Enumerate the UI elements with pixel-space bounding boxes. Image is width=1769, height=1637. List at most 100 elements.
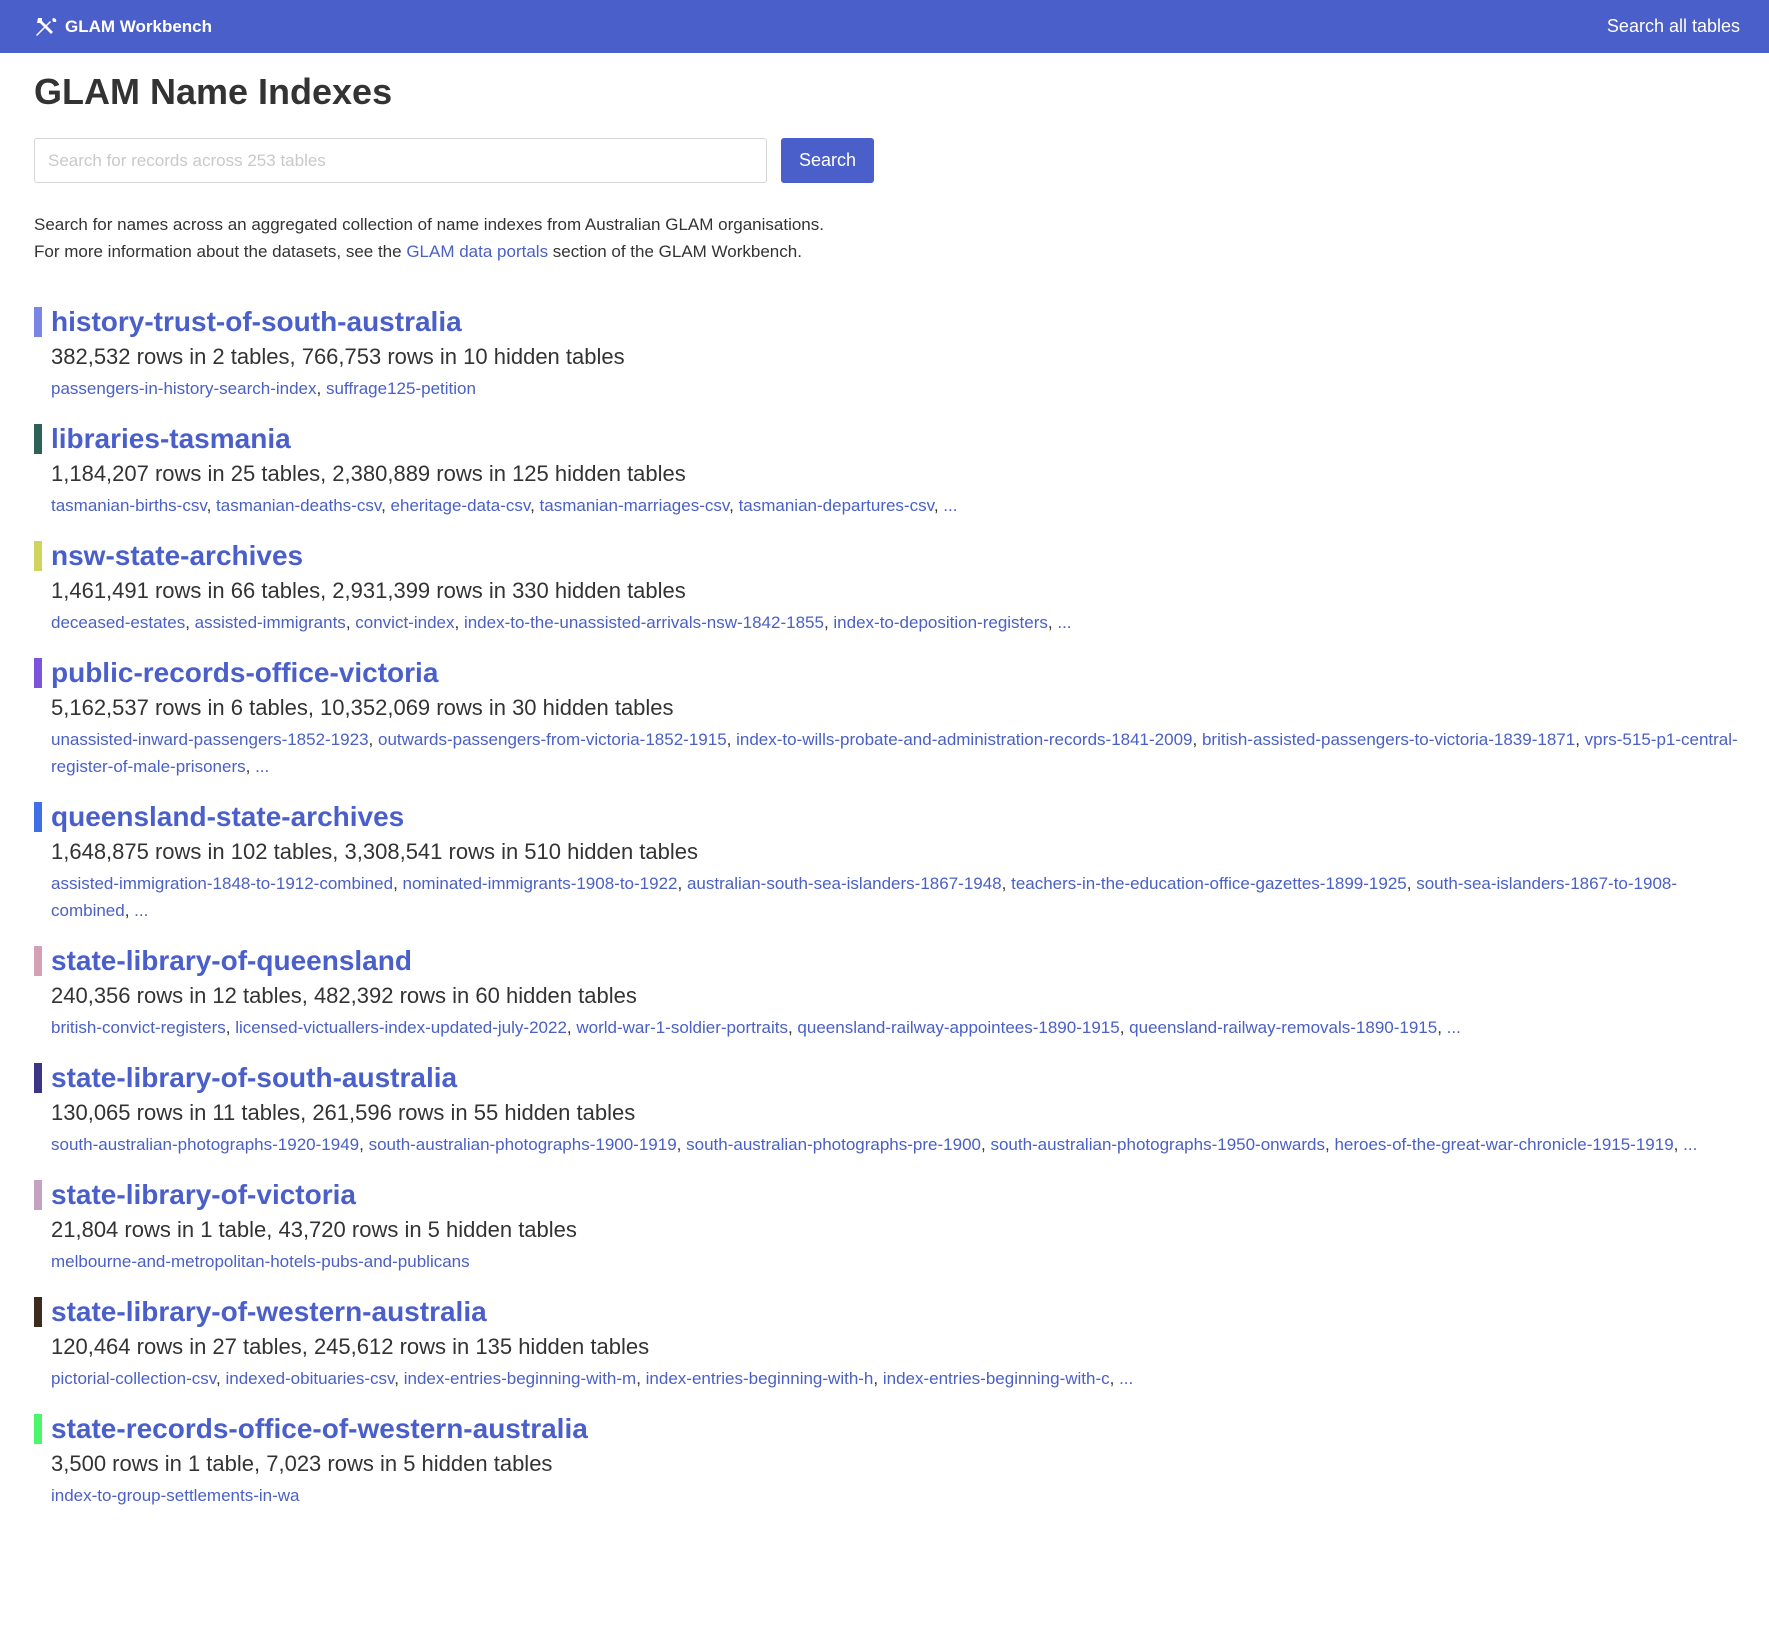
database-item: public-records-office-victoria 5,162,537 … — [34, 654, 1738, 780]
table-link[interactable]: nominated-immigrants-1908-to-1922 — [403, 874, 678, 893]
database-summary: 1,184,207 rows in 25 tables, 2,380,889 r… — [51, 461, 686, 486]
table-list: deceased-estates, assisted-immigrants, c… — [51, 609, 1751, 636]
database-link[interactable]: state-library-of-queensland — [51, 945, 412, 976]
table-link[interactable]: convict-index — [355, 613, 454, 632]
table-link[interactable]: teachers-in-the-education-office-gazette… — [1011, 874, 1407, 893]
table-separator: , — [393, 874, 403, 893]
table-link[interactable]: world-war-1-soldier-portraits — [576, 1018, 788, 1037]
table-link[interactable]: south-australian-photographs-1950-onward… — [990, 1135, 1325, 1154]
more-tables-link[interactable]: ... — [134, 901, 148, 920]
table-separator: , — [1406, 874, 1417, 893]
table-link[interactable]: queensland-railway-appointees-1890-1915 — [797, 1018, 1119, 1037]
table-link[interactable]: index-to-group-settlements-in-wa — [51, 1486, 300, 1505]
table-link[interactable]: suffrage125-petition — [326, 379, 476, 398]
database-link[interactable]: state-library-of-south-australia — [51, 1062, 457, 1093]
database-color-bar — [34, 307, 42, 337]
database-link[interactable]: queensland-state-archives — [51, 801, 404, 832]
database-link[interactable]: state-records-office-of-western-australi… — [51, 1413, 588, 1444]
more-tables-link[interactable]: ... — [255, 757, 269, 776]
table-separator: , — [1109, 1369, 1120, 1388]
database-link[interactable]: nsw-state-archives — [51, 540, 303, 571]
more-tables-link[interactable]: ... — [1447, 1018, 1461, 1037]
table-list: passengers-in-history-search-index, suff… — [51, 375, 1751, 402]
table-link[interactable]: indexed-obituaries-csv — [225, 1369, 394, 1388]
intro-text-before: For more information about the datasets,… — [34, 242, 407, 261]
database-item: history-trust-of-south-australia 382,532 … — [34, 303, 1735, 402]
table-link[interactable]: tasmanian-births-csv — [51, 496, 207, 515]
table-separator: , — [394, 1369, 404, 1388]
table-link[interactable]: index-entries-beginning-with-c — [883, 1369, 1110, 1388]
table-link[interactable]: index-to-wills-probate-and-administratio… — [736, 730, 1192, 749]
database-summary: 1,461,491 rows in 66 tables, 2,931,399 r… — [51, 578, 686, 603]
table-link[interactable]: passengers-in-history-search-index — [51, 379, 317, 398]
table-link[interactable]: assisted-immigration-1848-to-1912-combin… — [51, 874, 393, 893]
table-link[interactable]: tasmanian-departures-csv — [739, 496, 934, 515]
table-separator: , — [933, 496, 944, 515]
table-link[interactable]: index-to-deposition-registers — [833, 613, 1048, 632]
more-tables-link[interactable]: ... — [1683, 1135, 1697, 1154]
search-form: Search — [34, 138, 1735, 183]
database-heading: nsw-state-archives — [51, 537, 1735, 575]
database-heading: state-library-of-south-australia — [51, 1059, 1735, 1097]
table-separator: , — [677, 874, 687, 893]
table-list: melbourne-and-metropolitan-hotels-pubs-a… — [51, 1248, 1751, 1275]
database-link[interactable]: libraries-tasmania — [51, 423, 291, 454]
table-link[interactable]: south-australian-photographs-1920-1949 — [51, 1135, 359, 1154]
table-link[interactable]: australian-south-sea-islanders-1867-1948 — [687, 874, 1002, 893]
table-separator: , — [1437, 1018, 1447, 1037]
table-separator: , — [729, 496, 739, 515]
database-item: libraries-tasmania 1,184,207 rows in 25 t… — [34, 420, 1735, 519]
table-link[interactable]: tasmanian-marriages-csv — [540, 496, 730, 515]
database-heading: libraries-tasmania — [51, 420, 1735, 458]
database-color-bar — [34, 802, 42, 832]
table-link[interactable]: tasmanian-deaths-csv — [216, 496, 381, 515]
table-link[interactable]: licensed-victuallers-index-updated-july-… — [235, 1018, 567, 1037]
search-all-tables-link[interactable]: Search all tables — [1607, 16, 1740, 37]
table-separator: , — [636, 1369, 646, 1388]
table-separator: , — [359, 1135, 369, 1154]
database-color-bar — [34, 1180, 42, 1210]
table-link[interactable]: melbourne-and-metropolitan-hotels-pubs-a… — [51, 1252, 470, 1271]
table-link[interactable]: unassisted-inward-passengers-1852-1923 — [51, 730, 369, 749]
database-link[interactable]: state-library-of-western-australia — [51, 1296, 487, 1327]
table-list: south-australian-photographs-1920-1949, … — [51, 1131, 1751, 1158]
glam-data-portals-link[interactable]: GLAM data portals — [406, 242, 548, 261]
database-link[interactable]: history-trust-of-south-australia — [51, 306, 462, 337]
more-tables-link[interactable]: ... — [1119, 1369, 1133, 1388]
table-link[interactable]: pictorial-collection-csv — [51, 1369, 216, 1388]
table-link[interactable]: heroes-of-the-great-war-chronicle-1915-1… — [1334, 1135, 1673, 1154]
table-separator: , — [316, 379, 326, 398]
database-heading: state-library-of-queensland — [51, 942, 1735, 980]
brand[interactable]: GLAM Workbench — [34, 16, 212, 38]
database-link[interactable]: public-records-office-victoria — [51, 657, 438, 688]
table-link[interactable]: south-australian-photographs-pre-1900 — [686, 1135, 981, 1154]
database-item: queensland-state-archives 1,648,875 rows … — [34, 798, 1735, 924]
table-list: british-convict-registers, licensed-vict… — [51, 1014, 1751, 1041]
database-color-bar — [34, 1063, 42, 1093]
table-link[interactable]: queensland-railway-removals-1890-1915 — [1129, 1018, 1437, 1037]
search-input[interactable] — [34, 138, 767, 183]
table-link[interactable]: index-entries-beginning-with-m — [404, 1369, 636, 1388]
table-list: pictorial-collection-csv, indexed-obitua… — [51, 1365, 1751, 1392]
table-separator: , — [873, 1369, 883, 1388]
database-summary: 5,162,537 rows in 6 tables, 10,352,069 r… — [51, 695, 674, 720]
table-link[interactable]: british-convict-registers — [51, 1018, 226, 1037]
more-tables-link[interactable]: ... — [1057, 613, 1071, 632]
table-list: assisted-immigration-1848-to-1912-combin… — [51, 870, 1751, 924]
brand-label: GLAM Workbench — [65, 16, 213, 36]
search-button[interactable]: Search — [781, 138, 874, 183]
table-link[interactable]: outwards-passengers-from-victoria-1852-1… — [378, 730, 727, 749]
database-heading: state-library-of-western-australia — [51, 1293, 1735, 1331]
table-link[interactable]: index-entries-beginning-with-h — [646, 1369, 874, 1388]
table-link[interactable]: british-assisted-passengers-to-victoria-… — [1202, 730, 1575, 749]
table-link[interactable]: south-australian-photographs-1900-1919 — [369, 1135, 677, 1154]
table-link[interactable]: index-to-the-unassisted-arrivals-nsw-184… — [464, 613, 824, 632]
tools-icon — [34, 16, 58, 38]
table-link[interactable]: deceased-estates — [51, 613, 185, 632]
database-link[interactable]: state-library-of-victoria — [51, 1179, 356, 1210]
table-separator: , — [345, 613, 356, 632]
table-link[interactable]: assisted-immigrants — [195, 613, 346, 632]
more-tables-link[interactable]: ... — [943, 496, 957, 515]
database-item: state-library-of-western-australia 120,46… — [34, 1293, 1735, 1392]
table-link[interactable]: eheritage-data-csv — [391, 496, 531, 515]
